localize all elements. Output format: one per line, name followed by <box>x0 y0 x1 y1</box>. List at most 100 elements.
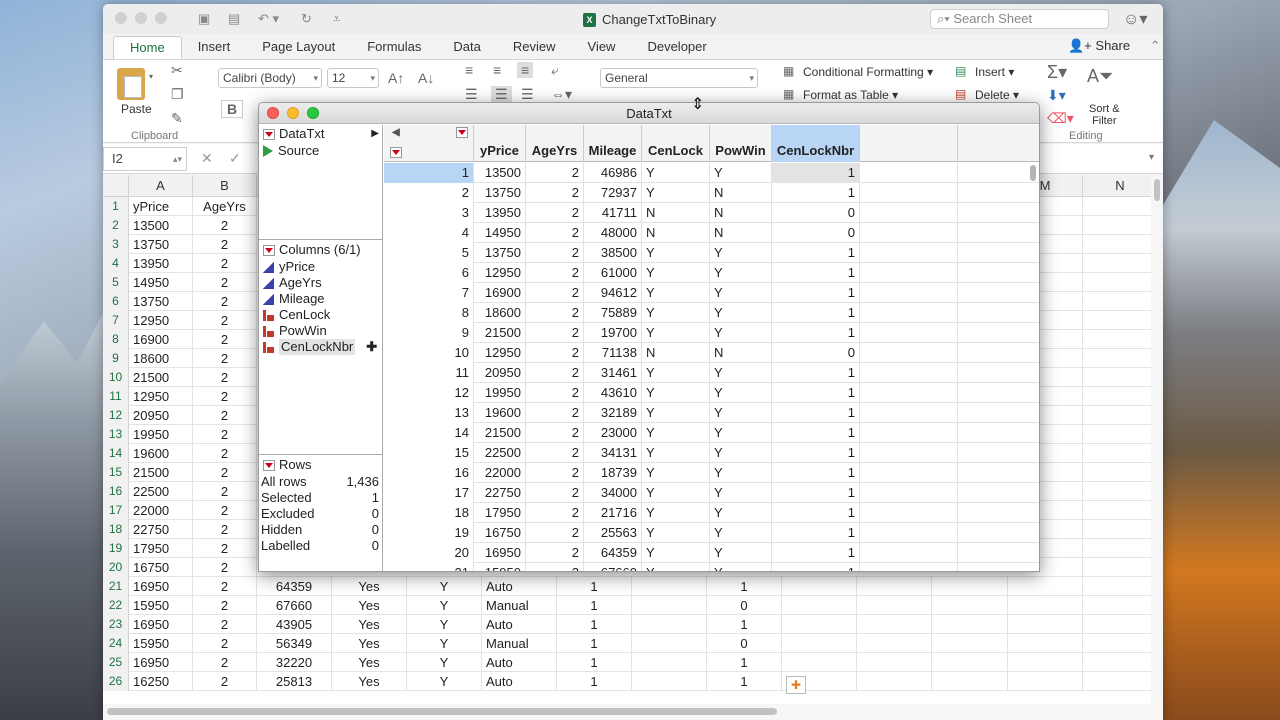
jmp-cell[interactable]: 34000 <box>584 483 642 503</box>
expand-formula-bar-icon[interactable]: ▾ <box>1149 152 1154 163</box>
cell-d[interactable]: Yes <box>332 615 407 634</box>
jmp-cell[interactable]: 1 <box>772 263 860 283</box>
cell-g[interactable]: 1 <box>557 653 632 672</box>
font-size-combo[interactable]: 12 ▾ <box>327 68 379 88</box>
cell-j[interactable] <box>782 615 857 634</box>
cell-n[interactable] <box>1083 349 1151 368</box>
table-name-header[interactable]: DataTxt ▶ <box>259 125 383 143</box>
column-header-b[interactable]: B <box>193 175 257 197</box>
cell-f[interactable]: Auto <box>482 653 557 672</box>
cell-n[interactable] <box>1083 558 1151 577</box>
jmp-cell[interactable]: 61000 <box>584 263 642 283</box>
jmp-cell[interactable]: 15950 <box>474 563 526 571</box>
cell-n[interactable] <box>1083 520 1151 539</box>
save-icon[interactable]: ▤ <box>228 11 240 27</box>
cell-d[interactable]: Yes <box>332 672 407 691</box>
jmp-cell[interactable]: 1 <box>772 543 860 563</box>
row-header[interactable]: 13 <box>103 425 129 444</box>
cell-a[interactable]: 13950 <box>129 254 193 273</box>
sidebar-icon[interactable]: ▣ <box>198 11 210 27</box>
jmp-cell[interactable]: 13750 <box>474 183 526 203</box>
row-header[interactable]: 17 <box>103 501 129 520</box>
jmp-cell[interactable]: Y <box>642 323 710 343</box>
jmp-cell[interactable]: 2 <box>526 323 584 343</box>
jmp-cell[interactable]: 14950 <box>474 223 526 243</box>
cell-i[interactable]: 0 <box>707 596 782 615</box>
jmp-cell[interactable]: N <box>710 183 772 203</box>
jmp-cell[interactable]: Y <box>642 423 710 443</box>
jmp-cell[interactable]: 2 <box>526 243 584 263</box>
cell-n[interactable] <box>1083 406 1151 425</box>
jmp-cell[interactable]: Y <box>710 443 772 463</box>
jmp-cell[interactable]: 19950 <box>474 383 526 403</box>
jmp-zoom-button[interactable] <box>307 107 319 119</box>
cell-a[interactable]: 16950 <box>129 653 193 672</box>
cell-d[interactable]: Yes <box>332 577 407 596</box>
jmp-cell[interactable]: 64359 <box>584 543 642 563</box>
cell-e[interactable]: Y <box>407 634 482 653</box>
jmp-row-number[interactable]: 13 <box>384 403 474 423</box>
cell-a[interactable]: 12950 <box>129 387 193 406</box>
jmp-cell[interactable]: 2 <box>526 563 584 571</box>
cell-m[interactable] <box>1008 615 1083 634</box>
jmp-cell[interactable]: Y <box>642 163 710 183</box>
jmp-cell[interactable]: 2 <box>526 343 584 363</box>
jmp-cell[interactable]: 94612 <box>584 283 642 303</box>
increase-font-icon[interactable]: A↑ <box>388 70 404 86</box>
jmp-cell[interactable]: 67660 <box>584 563 642 571</box>
jmp-cell[interactable]: 2 <box>526 203 584 223</box>
jmp-cell[interactable]: 1 <box>772 183 860 203</box>
cell-f[interactable]: Auto <box>482 672 557 691</box>
jmp-vertical-scroll-thumb[interactable] <box>1030 165 1036 181</box>
align-bottom-icon[interactable]: ≡ <box>517 62 534 78</box>
cell-f[interactable]: Manual <box>482 596 557 615</box>
tab-formulas[interactable]: Formulas <box>351 36 437 60</box>
jmp-column-header[interactable]: CenLock <box>642 125 710 162</box>
row-header[interactable]: 25 <box>103 653 129 672</box>
jmp-cell[interactable]: 16750 <box>474 523 526 543</box>
row-header[interactable]: 26 <box>103 672 129 691</box>
zoom-button[interactable] <box>155 12 167 24</box>
jmp-row-number[interactable]: 19 <box>384 523 474 543</box>
cell-n[interactable] <box>1083 292 1151 311</box>
row-header[interactable]: 24 <box>103 634 129 653</box>
jmp-cell[interactable]: 38500 <box>584 243 642 263</box>
cell-e[interactable]: Y <box>407 653 482 672</box>
cell-k[interactable] <box>857 615 932 634</box>
jmp-cell[interactable]: 2 <box>526 483 584 503</box>
jmp-column-header[interactable]: Mileage <box>584 125 642 162</box>
cell-k[interactable] <box>857 577 932 596</box>
jmp-empty-cell[interactable] <box>860 463 958 483</box>
cell-n[interactable] <box>1083 197 1151 216</box>
jmp-cell[interactable]: 1 <box>772 163 860 183</box>
columns-corner-red-triangle-icon[interactable] <box>456 127 468 138</box>
table-red-triangle-menu-icon[interactable] <box>263 128 275 140</box>
align-right-icon[interactable]: ☰ <box>521 86 534 103</box>
row-header[interactable]: 8 <box>103 330 129 349</box>
cell-f[interactable]: Auto <box>482 577 557 596</box>
cell-m[interactable] <box>1008 653 1083 672</box>
jmp-row-number[interactable]: 10 <box>384 343 474 363</box>
cell-b[interactable]: 2 <box>193 482 257 501</box>
cell-n[interactable] <box>1083 330 1151 349</box>
jmp-cell[interactable]: 16900 <box>474 283 526 303</box>
wrap-text-icon[interactable]: ⤶ <box>551 62 559 79</box>
column-list-item[interactable]: PowWin <box>259 323 383 339</box>
jmp-cell[interactable]: 22500 <box>474 443 526 463</box>
jmp-cell[interactable]: Y <box>642 443 710 463</box>
jmp-row-number[interactable]: 15 <box>384 443 474 463</box>
jmp-column-header[interactable]: CenLockNbr <box>772 125 860 162</box>
jmp-cell[interactable]: 46986 <box>584 163 642 183</box>
cell-b[interactable]: 2 <box>193 311 257 330</box>
jmp-cell[interactable]: 2 <box>526 523 584 543</box>
cell-b[interactable]: 2 <box>193 463 257 482</box>
cell-j[interactable] <box>782 596 857 615</box>
jmp-empty-column-header[interactable] <box>860 125 958 162</box>
select-all-corner[interactable] <box>103 175 129 197</box>
jmp-row-number[interactable]: 4 <box>384 223 474 243</box>
jmp-cell[interactable]: 0 <box>772 223 860 243</box>
cell-h[interactable] <box>632 577 707 596</box>
row-header[interactable]: 7 <box>103 311 129 330</box>
cell-b[interactable]: 2 <box>193 292 257 311</box>
rows-header[interactable]: Rows <box>259 456 383 474</box>
